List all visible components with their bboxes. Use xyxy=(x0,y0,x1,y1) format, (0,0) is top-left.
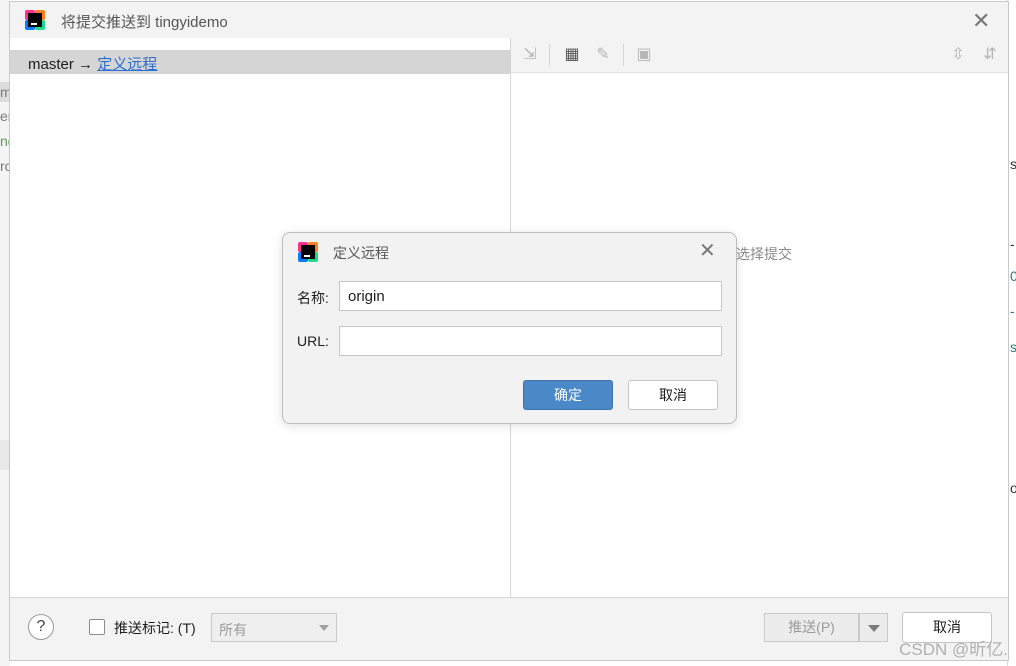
background-fragment: s xyxy=(1010,156,1016,172)
name-label: 名称: xyxy=(297,290,329,306)
dialog-title: 将提交推送到 tingyidemo xyxy=(61,14,228,31)
arrow-icon: → xyxy=(78,56,94,73)
group-icon[interactable]: ▦ xyxy=(562,45,582,65)
close-icon[interactable]: ✕ xyxy=(972,10,990,32)
watermark: CSDN @昕亿. xyxy=(899,640,1008,659)
source-branch: master xyxy=(28,56,74,73)
dialog-footer: ? 推送标记: (T) 所有 推送(P) 取消 xyxy=(10,597,1008,660)
background-fragment: s xyxy=(1010,339,1016,355)
remote-name-input[interactable] xyxy=(339,281,722,311)
close-icon[interactable]: ✕ xyxy=(699,241,716,261)
background-fragment: er xyxy=(0,108,9,124)
empty-hint: 选择提交 xyxy=(736,246,792,262)
toolbar-separator xyxy=(549,44,550,66)
edit-icon[interactable]: ✎ xyxy=(593,45,613,65)
background-fragment: m xyxy=(0,84,9,100)
tags-select-value: 所有 xyxy=(219,622,247,638)
toolbar-separator xyxy=(623,44,624,66)
define-remote-modal: 定义远程 ✕ 名称: URL: 确定 取消 xyxy=(282,232,737,424)
collapse-all-icon[interactable]: ⇵ xyxy=(980,45,1000,65)
background-fragment: - xyxy=(1010,303,1015,319)
ok-button[interactable]: 确定 xyxy=(523,380,613,410)
background-fragment: o xyxy=(1010,480,1016,496)
push-options-button[interactable] xyxy=(859,613,888,642)
help-button[interactable]: ? xyxy=(28,614,54,640)
branch-mapping: master → 定义远程 xyxy=(28,53,157,74)
push-tags-label: 推送标记: (T) xyxy=(114,620,196,636)
details-toolbar: ⇲ ▦ ✎ ▣ ⇳ ⇵ xyxy=(511,38,1008,73)
branch-row[interactable]: master → 定义远程 xyxy=(10,50,510,74)
background-fragment: ro xyxy=(0,158,9,174)
background-fragment: - xyxy=(1010,236,1015,252)
dialog-titlebar: 将提交推送到 tingyidemo ✕ xyxy=(10,2,1008,38)
url-label: URL: xyxy=(297,333,329,349)
expand-all-icon[interactable]: ⇳ xyxy=(948,45,968,65)
background-fragment: 0 xyxy=(1010,268,1016,284)
modal-cancel-button[interactable]: 取消 xyxy=(628,380,718,410)
tags-select[interactable]: 所有 xyxy=(211,613,337,642)
push-button[interactable]: 推送(P) xyxy=(764,613,859,642)
define-remote-link[interactable]: 定义远程 xyxy=(97,56,157,73)
push-tags-checkbox[interactable] xyxy=(89,619,105,635)
background-fragment: ng xyxy=(0,133,9,149)
modal-title: 定义远程 xyxy=(333,245,389,261)
cherry-pick-icon[interactable]: ⇲ xyxy=(520,45,540,65)
remote-url-input[interactable] xyxy=(339,326,722,356)
preview-icon[interactable]: ▣ xyxy=(634,45,654,65)
chevron-down-icon xyxy=(319,625,329,631)
intellij-idea-icon xyxy=(298,242,318,262)
intellij-idea-icon xyxy=(25,10,45,30)
